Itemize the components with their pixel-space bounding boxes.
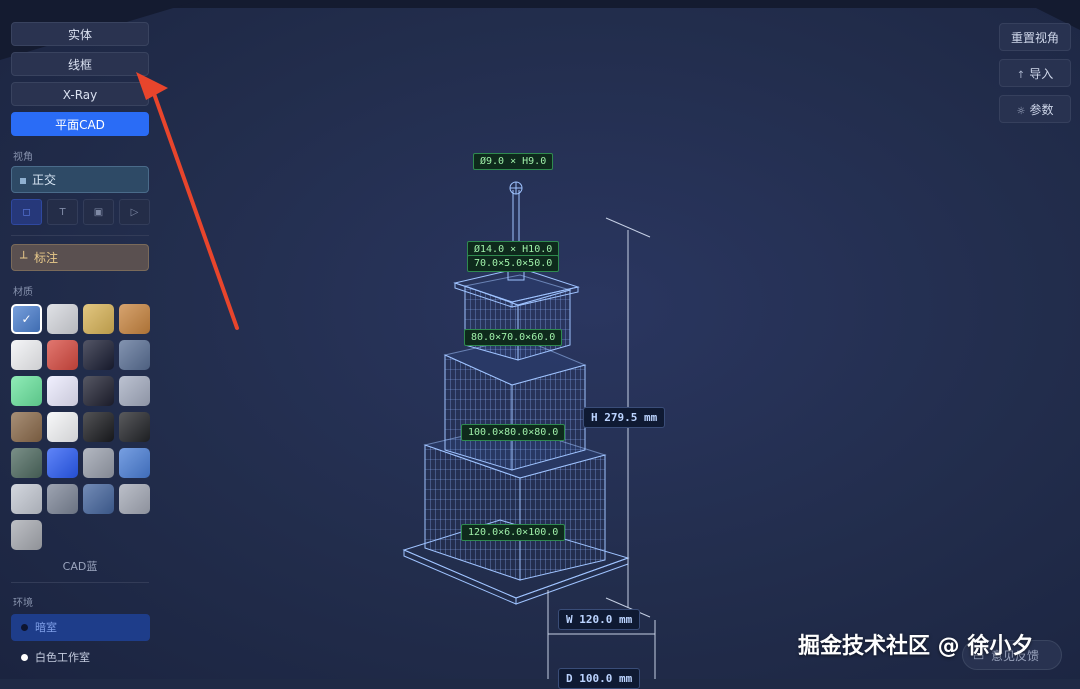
red-arrow-icon [136, 72, 239, 330]
watermark: 掘金技术社区 @ 徐小夕 [798, 634, 1034, 659]
